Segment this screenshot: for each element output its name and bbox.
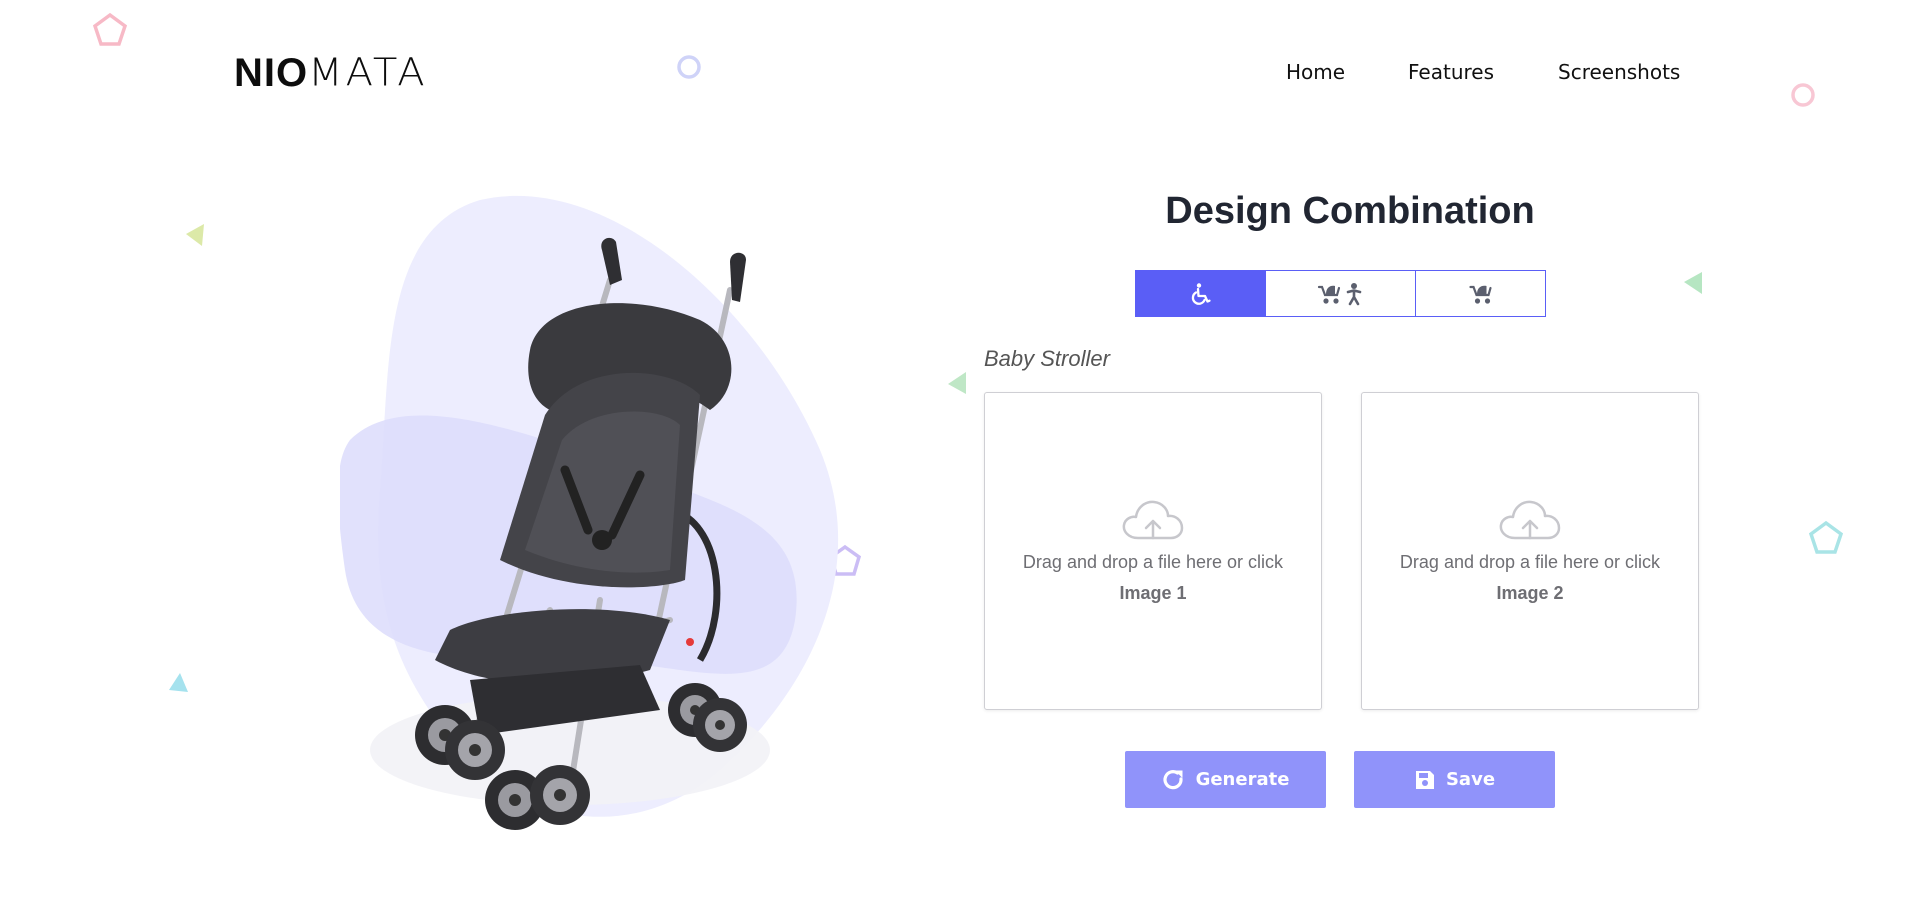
main-nav: Home Features Screenshots	[0, 60, 1920, 88]
cyan-triangle-shape	[169, 673, 188, 692]
dropzone-message: Drag and drop a file here or click	[1399, 552, 1661, 572]
teal-pentagon-shape	[1808, 520, 1844, 554]
tab-stroller[interactable]	[1415, 270, 1546, 317]
nav-features-link[interactable]: Features	[1408, 60, 1494, 84]
category-tabs	[1135, 270, 1546, 317]
wheelchair-icon	[1191, 282, 1211, 305]
dropzone-label: Image 1	[1119, 583, 1187, 603]
save-button-label: Save	[1445, 769, 1496, 790]
yellow-triangle-shape	[186, 224, 204, 246]
dropzone-message: Drag and drop a file here or click	[1022, 552, 1284, 572]
floppy-disk-icon	[1415, 770, 1434, 789]
page-title: Design Combination	[1165, 190, 1535, 232]
save-button[interactable]: Save	[1354, 751, 1555, 808]
pink-pentagon-shape	[92, 12, 128, 46]
green-triangle-shape	[948, 372, 966, 394]
generate-button[interactable]: Generate	[1125, 751, 1326, 808]
image-1-dropzone[interactable]: Drag and drop a file here or click Image…	[984, 392, 1322, 710]
category-label: Baby Stroller	[984, 346, 1110, 371]
cloud-upload-icon	[1122, 500, 1184, 540]
generate-button-label: Generate	[1195, 769, 1290, 790]
tab-stroller-baby[interactable]	[1265, 270, 1416, 317]
stroller-baby-icon	[1317, 282, 1361, 305]
stroller-icon	[1468, 285, 1492, 304]
nav-screenshots-link[interactable]: Screenshots	[1558, 60, 1680, 84]
image-2-dropzone[interactable]: Drag and drop a file here or click Image…	[1361, 392, 1699, 710]
stroller-hero-image	[340, 195, 839, 830]
nav-home-link[interactable]: Home	[1286, 60, 1345, 84]
green-triangle-shape	[1684, 272, 1702, 294]
dropzone-label: Image 2	[1496, 583, 1564, 603]
cloud-upload-icon	[1499, 500, 1561, 540]
redo-icon	[1163, 769, 1183, 789]
tab-wheelchair[interactable]	[1135, 270, 1266, 317]
